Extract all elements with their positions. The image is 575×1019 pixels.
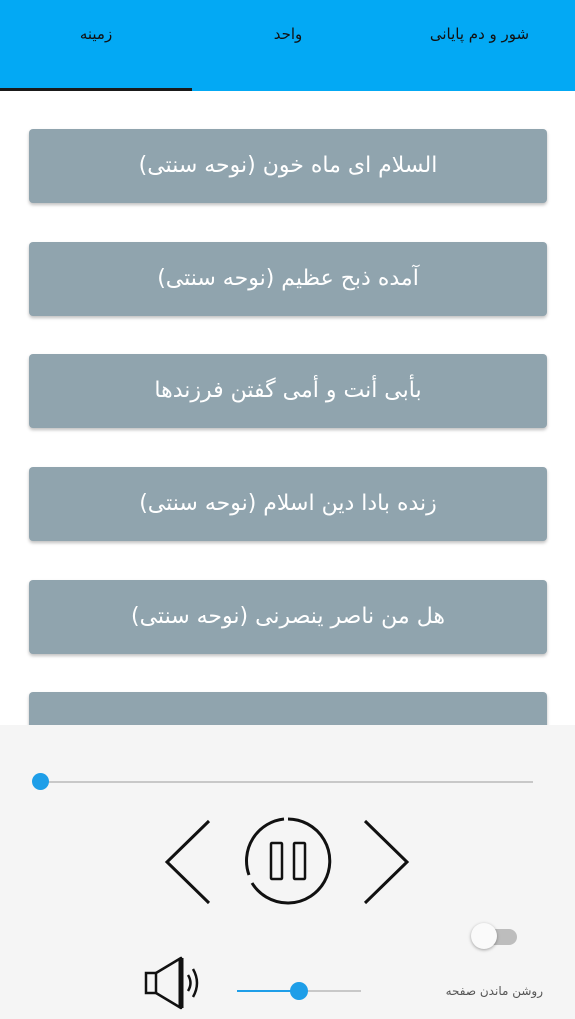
keep-screen-on-switch[interactable]	[471, 923, 519, 949]
tab-shur-o-dam[interactable]: شور و دم پایانی	[384, 14, 575, 54]
track-item[interactable]: السلام ای ماه خون (نوحه سنتی)	[29, 129, 547, 203]
keep-screen-on-label: روشن ماندن صفحه	[445, 984, 543, 998]
previous-icon[interactable]	[163, 817, 213, 907]
next-icon[interactable]	[361, 817, 411, 907]
track-item-partial[interactable]	[29, 692, 547, 725]
tab-bar: شور و دم پایانی واحد زمینه	[0, 0, 575, 91]
track-item[interactable]: بأبی أنت و أمی گفتن فرزندها	[29, 354, 547, 428]
track-item[interactable]: هل من ناصر ینصرنی (نوحه سنتی)	[29, 580, 547, 654]
tab-vahed[interactable]: واحد	[192, 14, 384, 54]
seek-bar-track[interactable]	[40, 781, 533, 783]
volume-slider-thumb[interactable]	[290, 982, 308, 1000]
volume-icon	[144, 956, 199, 1010]
track-list[interactable]: السلام ای ماه خون (نوحه سنتی) آمده ذبح ع…	[0, 91, 575, 725]
pause-icon[interactable]	[244, 817, 332, 905]
track-item[interactable]: زنده بادا دین اسلام (نوحه سنتی)	[29, 467, 547, 541]
player-panel: روشن ماندن صفحه	[0, 725, 575, 1019]
track-item[interactable]: آمده ذبح عظیم (نوحه سنتی)	[29, 242, 547, 316]
tab-zamineh[interactable]: زمینه	[0, 14, 192, 54]
seek-bar-thumb[interactable]	[32, 773, 49, 790]
switch-thumb	[471, 923, 497, 949]
